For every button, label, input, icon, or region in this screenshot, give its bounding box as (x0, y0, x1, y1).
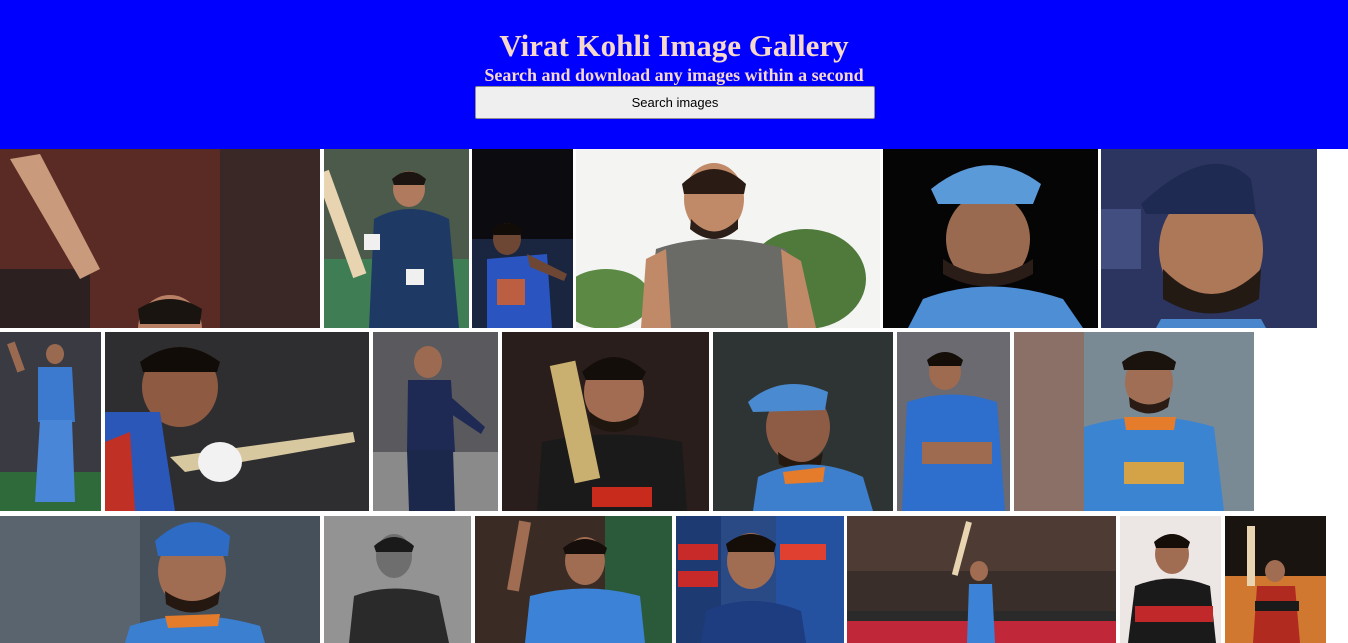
gallery-image[interactable] (502, 332, 709, 511)
header-banner: Virat Kohli Image Gallery Search and dow… (0, 0, 1348, 149)
gallery-image[interactable] (472, 149, 573, 328)
gallery-image[interactable] (576, 149, 880, 328)
gallery-image[interactable] (373, 332, 498, 511)
gallery-image[interactable] (0, 332, 101, 511)
gallery-image[interactable] (1014, 332, 1254, 511)
gallery-image[interactable] (713, 332, 893, 511)
gallery-image[interactable] (0, 149, 320, 328)
gallery-image[interactable] (1225, 516, 1326, 643)
gallery-image[interactable] (897, 332, 1010, 511)
gallery-image[interactable] (1101, 149, 1317, 328)
gallery-image[interactable] (324, 149, 469, 328)
gallery-image[interactable] (475, 516, 672, 643)
gallery-image[interactable] (676, 516, 844, 643)
gallery-image[interactable] (883, 149, 1098, 328)
gallery-image[interactable] (105, 332, 369, 511)
gallery-image[interactable] (1120, 516, 1221, 643)
page-title: Virat Kohli Image Gallery (499, 28, 849, 63)
gallery-image[interactable] (0, 516, 320, 643)
search-input[interactable] (475, 86, 875, 119)
page-subtitle: Search and download any images within a … (484, 65, 864, 85)
gallery-image[interactable] (324, 516, 471, 643)
gallery-image[interactable] (847, 516, 1116, 643)
